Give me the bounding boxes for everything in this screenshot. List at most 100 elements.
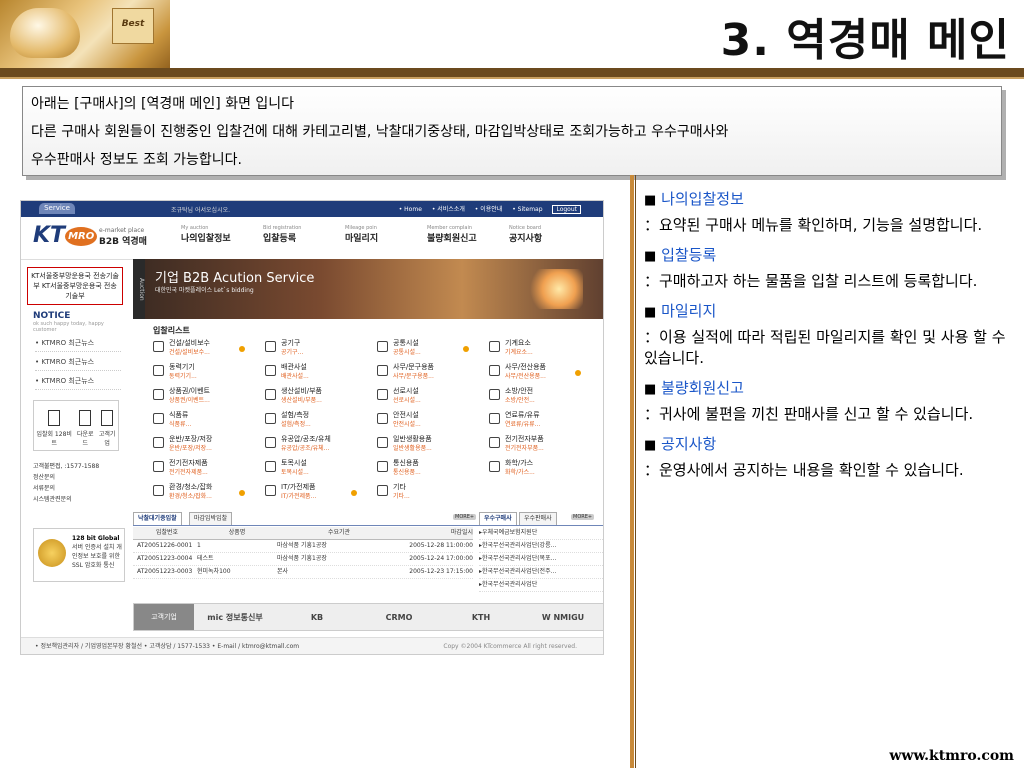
category-item[interactable]: 기계요소 기계요소... bbox=[489, 337, 597, 359]
category-item[interactable]: 생산설비/부품 생산설비/부품... bbox=[265, 385, 373, 407]
category-item[interactable]: 연료류/유류 연료류/유류... bbox=[489, 409, 597, 431]
category-item[interactable]: 일반생활용품 일반생활용품... bbox=[377, 433, 485, 455]
category-item[interactable]: 기타 기타... bbox=[377, 481, 485, 503]
category-item[interactable]: 전기전자부품 전기전자부품... bbox=[489, 433, 597, 455]
category-item[interactable]: 건설/설비보수 건설/설비보수... bbox=[153, 337, 261, 359]
category-item[interactable]: 사무/전산용품 사무/전산용품... bbox=[489, 361, 597, 383]
quick-label: 다운로드 bbox=[77, 431, 94, 447]
list-item[interactable]: ▸한국무선국관리사업단 bbox=[479, 579, 603, 592]
new-badge-icon bbox=[463, 346, 469, 352]
table-row[interactable]: AT20051226-0001 1 마삼석품 기흥1공장 2005-12-28 … bbox=[133, 540, 473, 553]
category-item[interactable]: 식품류 식품류... bbox=[153, 409, 261, 431]
footer-url[interactable]: www.ktmro.com bbox=[889, 748, 1014, 764]
cs-line: 고객불편접, :1577-1588 bbox=[33, 463, 100, 470]
category-item[interactable]: 통신용품 통신용품... bbox=[377, 457, 485, 479]
category-sub: 소방/안전... bbox=[505, 397, 535, 404]
link-guide[interactable]: • 이용안내 bbox=[475, 206, 503, 213]
category-item[interactable]: 소방/안전 소방/안전... bbox=[489, 385, 597, 407]
menu-notice[interactable]: Notice board 공지사항 bbox=[509, 225, 589, 244]
mouse-image bbox=[10, 8, 80, 58]
menu-ko: 입찰등록 bbox=[263, 234, 297, 244]
table-row[interactable]: AT20051223-0003 현미녹차100 본사 2005-12-23 17… bbox=[133, 566, 473, 579]
link-home[interactable]: • Home bbox=[399, 206, 422, 213]
category-sub: 유공압/공조/유체... bbox=[281, 445, 330, 452]
category-item[interactable]: 운반/포장/저장 운반/포장/저장... bbox=[153, 433, 261, 455]
service-tab[interactable]: Service bbox=[39, 203, 75, 214]
item-title: 공지사항 bbox=[661, 435, 717, 453]
notice-item[interactable]: • KTMRO 최근뉴스 bbox=[35, 373, 121, 390]
site-screenshot: Service 조규탁님 어서오십시오. • Home • 서비스소개 • 이용… bbox=[20, 200, 604, 655]
desc-item-mileage: ■ 마일리지 ：이용 실적에 따라 적립된 마일리지를 확인 및 사용 할 수 … bbox=[644, 300, 1014, 369]
list-item[interactable]: ▸한국무선국관리사업단(강릉... bbox=[479, 540, 603, 553]
link-service[interactable]: • 서비스소개 bbox=[432, 206, 465, 213]
more-button[interactable]: MORE+ bbox=[453, 514, 477, 520]
cs-line[interactable]: 시스템관련문의 bbox=[33, 494, 117, 505]
partner-logo[interactable]: CRMO bbox=[358, 613, 440, 622]
cell: 2005-12-28 11:00:00 bbox=[409, 542, 473, 549]
tab-best-buyers[interactable]: 우수구매사 bbox=[479, 512, 517, 525]
menu-my-auction[interactable]: My auction 나의입찰정보 bbox=[181, 225, 261, 244]
partner-logo[interactable]: mic 정보통신부 bbox=[194, 612, 276, 623]
desc-item-member-complain: ■ 불량회원신고 ：귀사에 불편을 끼친 판매사를 신고 할 수 있습니다. bbox=[644, 377, 1014, 425]
ssl-sub: 서버 인증서 설치 개인정보 보호를 위한 SSL 암호화 통신 bbox=[72, 544, 122, 569]
category-icon bbox=[489, 365, 500, 376]
category-item[interactable]: 화학/가스 화학/가스... bbox=[489, 457, 597, 479]
category-sub: 사무/문구용품... bbox=[393, 373, 434, 380]
quick-customers[interactable]: 고객기업 bbox=[96, 410, 118, 447]
category-item[interactable]: 전기전자제품 전기전자제품... bbox=[153, 457, 261, 479]
item-title: 마일리지 bbox=[661, 302, 717, 320]
category-item[interactable]: 배관사설 배관사설... bbox=[265, 361, 373, 383]
category-icon bbox=[377, 461, 388, 472]
partner-logo[interactable]: KTH bbox=[440, 613, 522, 622]
category-sub: 선로시설... bbox=[393, 397, 421, 404]
tab-awaiting[interactable]: 낙찰대기중입찰 bbox=[133, 512, 182, 525]
menu-bid-registration[interactable]: Bid registration 입찰등록 bbox=[263, 225, 343, 244]
partner-logo[interactable]: W NMIGU bbox=[522, 613, 603, 622]
more-button[interactable]: MORE+ bbox=[571, 514, 595, 520]
category-item[interactable]: 설험/측정 설험/측정... bbox=[265, 409, 373, 431]
category-sub: 공기구... bbox=[281, 349, 304, 356]
list-item[interactable]: ▸한국무선국관리사업단(목포... bbox=[479, 553, 603, 566]
menu-en: Member complain bbox=[427, 225, 473, 231]
category-item[interactable]: IT/가전제품 IT/가전제품... bbox=[265, 481, 373, 503]
logout-button[interactable]: Logout bbox=[552, 205, 581, 214]
logo-kt: KT bbox=[33, 223, 66, 248]
category-icon bbox=[489, 389, 500, 400]
quick-download[interactable]: 다운로드 bbox=[74, 410, 96, 447]
cs-line[interactable]: 서류문의 bbox=[33, 483, 117, 494]
cs-line[interactable]: 정산문의 bbox=[33, 472, 117, 483]
category-item[interactable]: 안전시설 안전시설... bbox=[377, 409, 485, 431]
category-item[interactable]: 공통시설 공통시설... bbox=[377, 337, 485, 359]
quick-128bit[interactable]: 입찰회 128비트 bbox=[34, 410, 74, 447]
list-item[interactable]: ▸우체국예금보험지원단 bbox=[479, 527, 603, 540]
ktmro-logo[interactable]: KT MRO bbox=[33, 223, 98, 248]
download-icon bbox=[79, 410, 92, 426]
category-item[interactable]: 선로시설 선로시설... bbox=[377, 385, 485, 407]
category-sub: 기계요소... bbox=[505, 349, 533, 356]
category-sub: 전기전자부품... bbox=[505, 445, 544, 452]
category-item[interactable]: 환경/청소/잡화 환경/청소/잡화... bbox=[153, 481, 261, 503]
table-row[interactable]: AT20051223-0004 테스트 마삼석품 기흥1공장 2005-12-2… bbox=[133, 553, 473, 566]
item-desc: ：운영사에서 공지하는 내용을 확인할 수 있습니다. bbox=[644, 461, 964, 479]
site-header: KT MRO e-market place B2B 역경매 My auction 나의… bbox=[21, 217, 603, 260]
category-item[interactable]: 공기구 공기구... bbox=[265, 337, 373, 359]
notice-item[interactable]: • KTMRO 최근뉴스 bbox=[35, 354, 121, 371]
category-item[interactable]: 사무/문구용품 사무/문구용품... bbox=[377, 361, 485, 383]
menu-member-complain[interactable]: Member complain 불량회원신고 bbox=[427, 225, 507, 244]
link-sitemap[interactable]: • Sitemap bbox=[512, 206, 542, 213]
category-item[interactable]: 유공압/공조/유체 유공압/공조/유체... bbox=[265, 433, 373, 455]
category-item[interactable]: 토목시설 토목시설... bbox=[265, 457, 373, 479]
partner-logo[interactable]: KB bbox=[276, 613, 358, 622]
menu-mileage[interactable]: Mileage poin 마일리지 bbox=[345, 225, 425, 244]
ssl-global-box[interactable]: 128 bit Global 서버 인증서 설치 개인정보 보호를 위한 SSL … bbox=[33, 528, 125, 582]
tab-best-sellers[interactable]: 우수판매사 bbox=[519, 512, 557, 525]
cell: 마삼석품 기흥1공장 bbox=[277, 542, 327, 549]
category-item[interactable]: 동력기기 동력기기... bbox=[153, 361, 261, 383]
tab-closing-soon[interactable]: 마감임박입찰 bbox=[189, 512, 233, 525]
item-desc: ：귀사에 불편을 끼친 판매사를 신고 할 수 있습니다. bbox=[644, 405, 974, 423]
category-item[interactable]: 상품권/이벤트 상품권/이벤트... bbox=[153, 385, 261, 407]
list-item[interactable]: ▸한국무선국관리사업단(전주... bbox=[479, 566, 603, 579]
best-badge: Best bbox=[112, 8, 154, 44]
notice-item[interactable]: • KTMRO 최근뉴스 bbox=[35, 335, 121, 352]
category-icon bbox=[153, 389, 164, 400]
